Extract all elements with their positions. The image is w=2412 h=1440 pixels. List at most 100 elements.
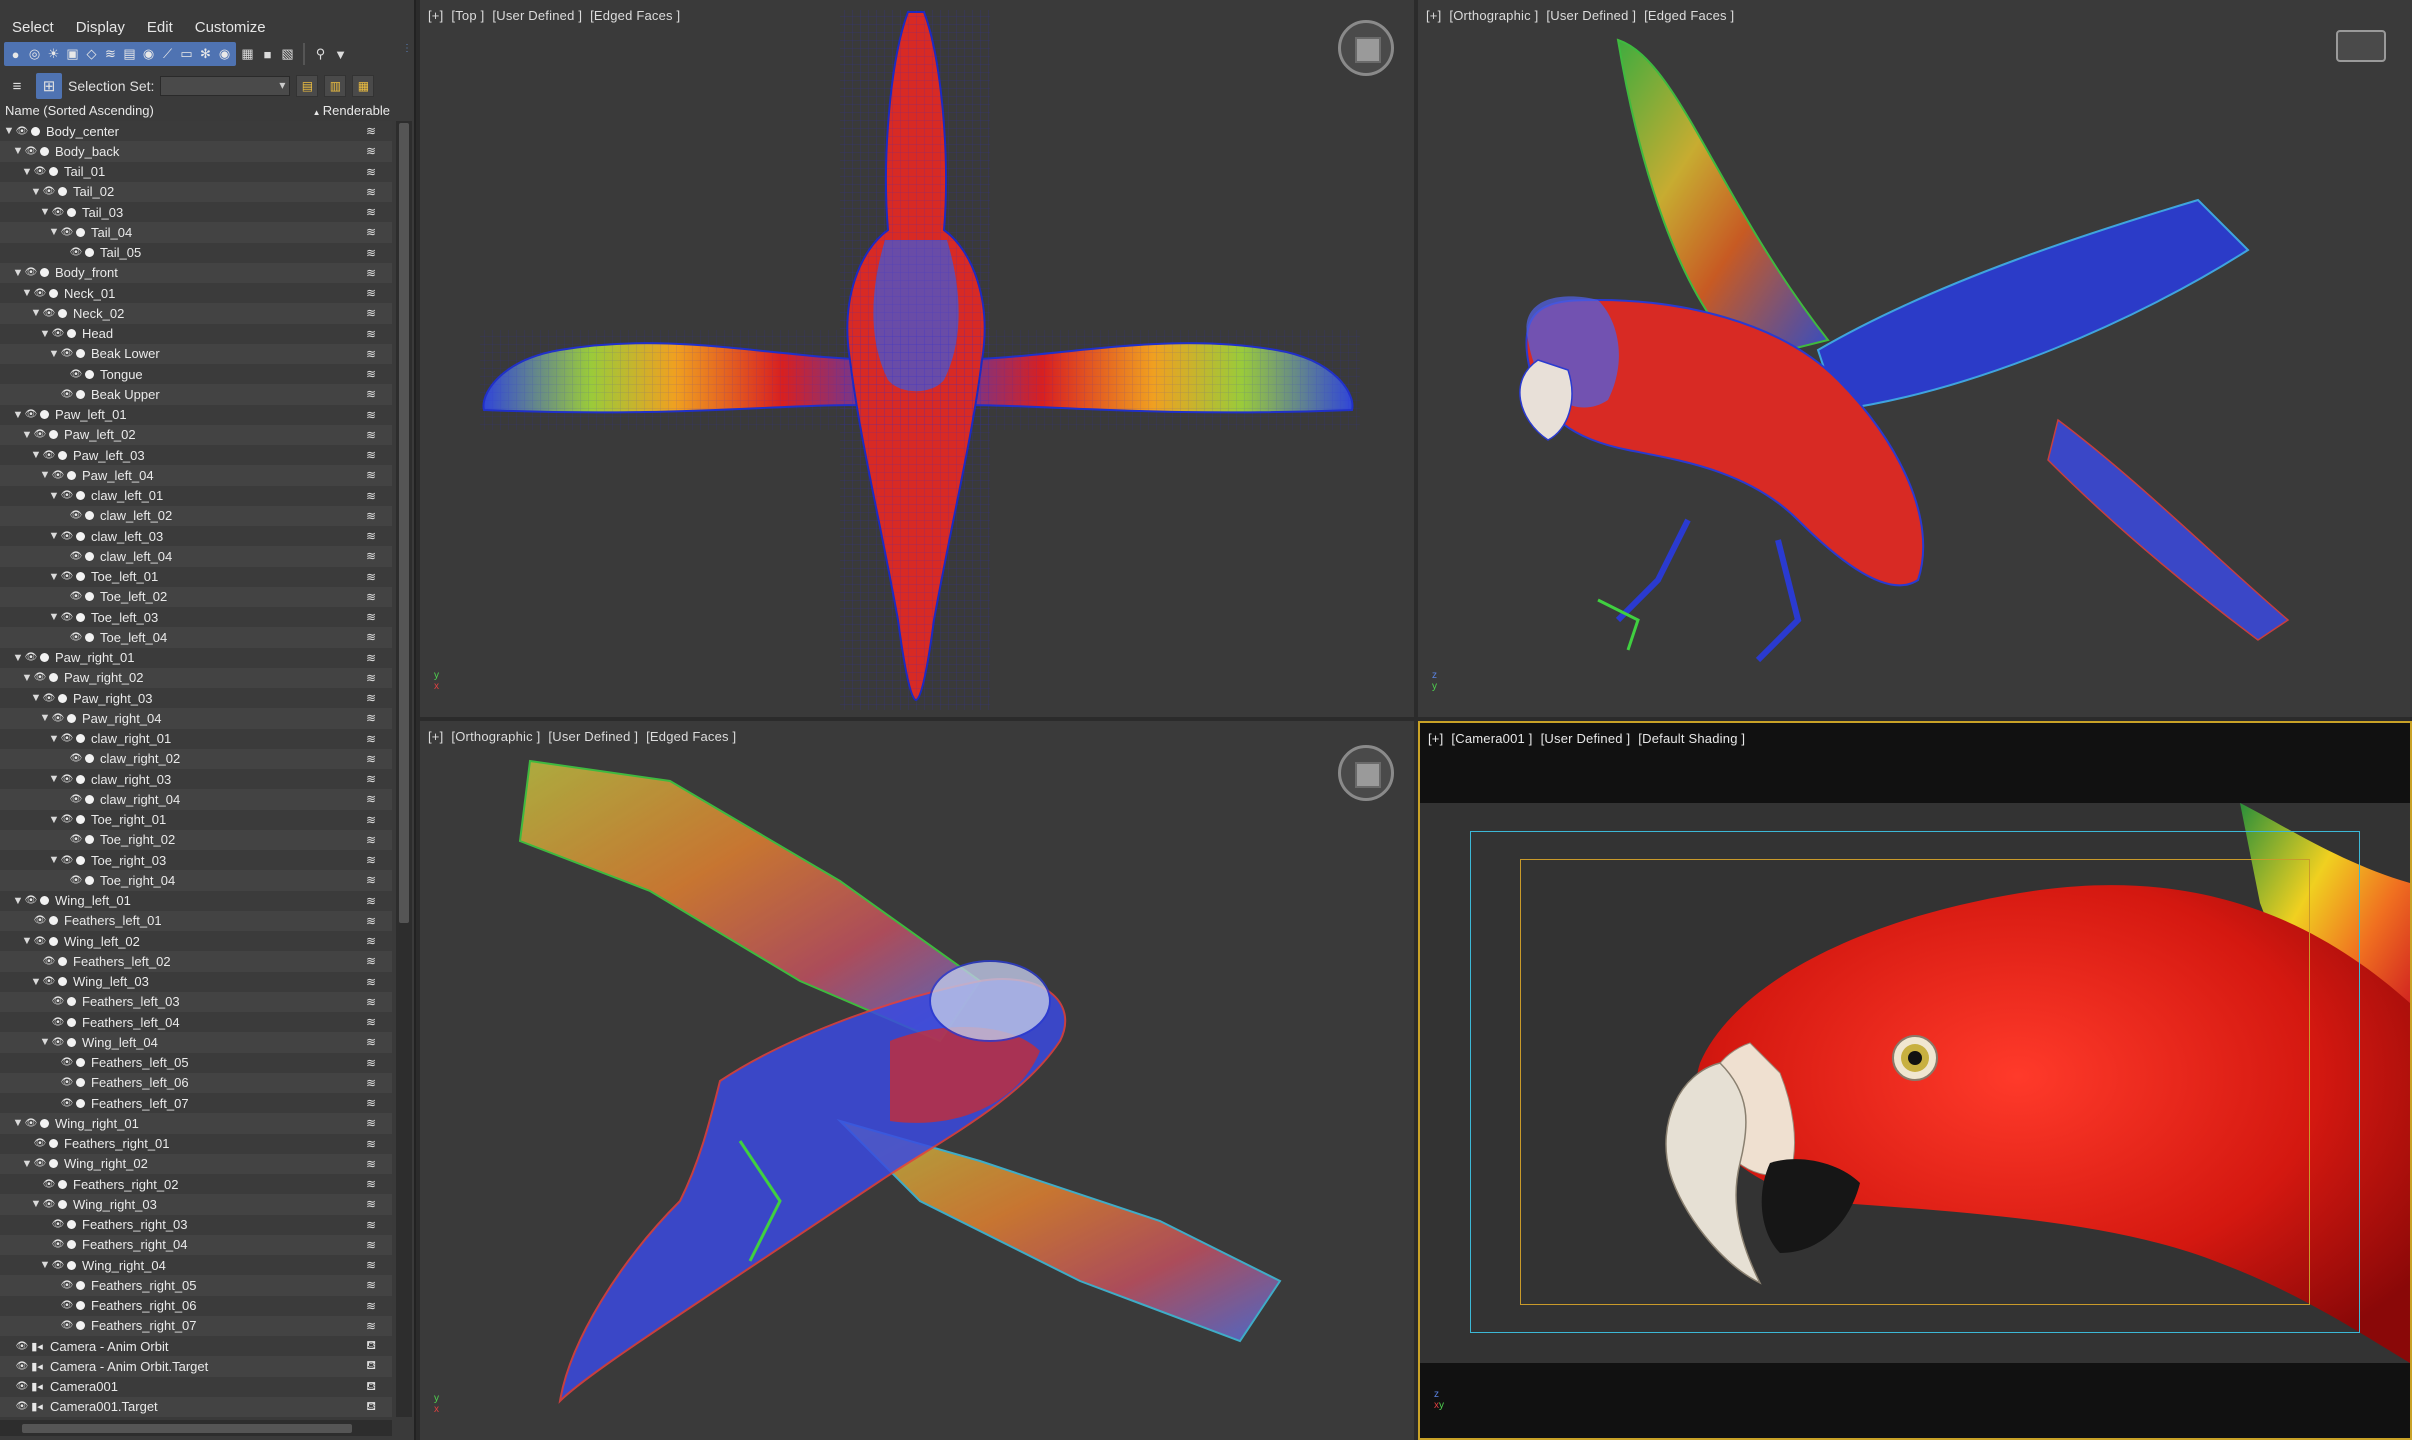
visibility-eye-icon[interactable]: 👁 <box>60 1320 74 1331</box>
renderable-toggle-icon[interactable]: ≋ <box>366 1035 376 1049</box>
renderable-toggle-icon[interactable]: ≋ <box>366 327 376 341</box>
expand-arrow-icon[interactable]: ▼ <box>21 1158 33 1170</box>
menu-customize[interactable]: Customize <box>195 19 266 36</box>
expand-arrow-icon[interactable]: ▼ <box>48 733 60 745</box>
display-filter-icon[interactable]: ⚲ <box>312 44 329 64</box>
renderable-toggle-icon[interactable]: ≋ <box>366 1278 376 1292</box>
expand-arrow-icon[interactable]: ▼ <box>30 307 42 319</box>
visibility-eye-icon[interactable]: 👁 <box>60 612 74 623</box>
tree-row[interactable]: 👁 ▮◂ Camera - Anim Orbit.Target ⛾ <box>0 1356 392 1377</box>
expand-arrow-icon[interactable]: ▼ <box>48 854 60 866</box>
visibility-eye-icon[interactable]: 👁 <box>33 1138 47 1149</box>
renderable-toggle-icon[interactable]: ≋ <box>366 1056 376 1070</box>
renderable-toggle-icon[interactable]: ≋ <box>366 1076 376 1090</box>
visibility-eye-icon[interactable]: 👁 <box>60 227 74 238</box>
renderable-toggle-icon[interactable]: ≋ <box>366 1238 376 1252</box>
tree-row[interactable]: ▼ 👁 Neck_01 ≋ <box>0 283 392 304</box>
renderable-toggle-icon[interactable]: ≋ <box>366 1015 376 1029</box>
tree-row[interactable]: 👁 Feathers_left_05 ≋ <box>0 1052 392 1073</box>
expand-arrow-icon[interactable]: ▼ <box>21 672 33 684</box>
renderable-toggle-icon[interactable]: ≋ <box>366 610 376 624</box>
helpers-filter-icon[interactable]: ◇ <box>83 44 100 64</box>
visibility-eye-icon[interactable]: 👁 <box>51 996 65 1007</box>
renderable-toggle-icon[interactable]: ≋ <box>366 1258 376 1272</box>
expand-arrow-icon[interactable]: ▼ <box>12 895 24 907</box>
tree-row[interactable]: ▼ 👁 Wing_left_03 ≋ <box>0 971 392 992</box>
renderable-toggle-icon[interactable]: ≋ <box>366 630 376 644</box>
tree-row[interactable]: ▼ 👁 Wing_left_04 ≋ <box>0 1032 392 1053</box>
visibility-eye-icon[interactable]: 👁 <box>60 1057 74 1068</box>
expand-arrow-icon[interactable]: ▼ <box>39 712 51 724</box>
visibility-eye-icon[interactable]: 👁 <box>15 1381 29 1392</box>
renderable-toggle-icon[interactable]: ≋ <box>366 185 376 199</box>
expand-arrow-icon[interactable]: ▼ <box>30 186 42 198</box>
tree-row[interactable]: 👁 Feathers_left_06 ≋ <box>0 1072 392 1093</box>
visibility-eye-icon[interactable]: 👁 <box>51 328 65 339</box>
expand-arrow-icon[interactable]: ▼ <box>12 267 24 279</box>
visibility-eye-icon[interactable]: 👁 <box>42 308 56 319</box>
visibility-eye-icon[interactable]: 👁 <box>69 875 83 886</box>
tree-row[interactable]: ▼ 👁 Paw_right_04 ≋ <box>0 708 392 729</box>
renderable-toggle-icon[interactable]: ≋ <box>366 529 376 543</box>
spacewarps-filter-icon[interactable]: ≋ <box>102 44 119 64</box>
expand-arrow-icon[interactable]: ▼ <box>12 145 24 157</box>
viewport-camera001[interactable]: [+] [Camera001 ] [User Defined ] [Default S… <box>1418 721 2412 1440</box>
tree-row[interactable]: ▼ 👁 Wing_left_01 ≋ <box>0 890 392 911</box>
renderable-toggle-icon[interactable]: ≋ <box>366 387 376 401</box>
expand-arrow-icon[interactable]: ▼ <box>21 166 33 178</box>
visibility-eye-icon[interactable]: 👁 <box>33 915 47 926</box>
scrollbar-thumb[interactable] <box>22 1424 352 1433</box>
renderable-toggle-icon[interactable]: ≋ <box>366 489 376 503</box>
visibility-eye-icon[interactable]: 👁 <box>42 450 56 461</box>
geometry-filter-icon[interactable]: ● <box>7 44 24 64</box>
tree-vertical-scrollbar[interactable] <box>396 121 412 1417</box>
renderable-toggle-icon[interactable]: ≋ <box>366 1116 376 1130</box>
cameras-filter-icon[interactable]: ▣ <box>64 44 81 64</box>
visibility-eye-icon[interactable]: 👁 <box>42 956 56 967</box>
visibility-eye-icon[interactable]: 👁 <box>42 693 56 704</box>
tree-row[interactable]: ▼ 👁 Wing_right_04 ≋ <box>0 1255 392 1276</box>
tree-row[interactable]: 👁 Feathers_right_03 ≋ <box>0 1214 392 1235</box>
column-renderable-header[interactable]: Renderable <box>313 103 390 118</box>
tree-row[interactable]: ▼ 👁 claw_right_01 ≋ <box>0 728 392 749</box>
tree-row[interactable]: 👁 claw_left_04 ≋ <box>0 546 392 567</box>
renderable-toggle-icon[interactable]: ≋ <box>366 367 376 381</box>
visibility-eye-icon[interactable]: 👁 <box>42 976 56 987</box>
expand-arrow-icon[interactable]: ▼ <box>12 409 24 421</box>
visibility-eye-icon[interactable]: 👁 <box>60 348 74 359</box>
renderable-teapot-icon[interactable]: ⛾ <box>366 1399 376 1415</box>
viewport-label[interactable]: [+] [Orthographic ] [User Defined ] [Edged … <box>428 729 744 744</box>
tree-row[interactable]: 👁 Toe_right_02 ≋ <box>0 829 392 850</box>
renderable-toggle-icon[interactable]: ≋ <box>366 225 376 239</box>
visibility-eye-icon[interactable]: 👁 <box>69 753 83 764</box>
tree-row[interactable]: 👁 Tail_05 ≋ <box>0 242 392 263</box>
renderable-toggle-icon[interactable]: ≋ <box>366 266 376 280</box>
tree-row[interactable]: 👁 Feathers_left_04 ≋ <box>0 1012 392 1033</box>
renderable-toggle-icon[interactable]: ≋ <box>366 144 376 158</box>
expand-arrow-icon[interactable]: ▼ <box>3 125 15 137</box>
menu-edit[interactable]: Edit <box>147 19 173 36</box>
tree-row[interactable]: 👁 Feathers_right_04 ≋ <box>0 1234 392 1255</box>
tree-row[interactable]: ▼ 👁 Toe_left_03 ≋ <box>0 607 392 628</box>
renderable-toggle-icon[interactable]: ≋ <box>366 570 376 584</box>
tree-row[interactable]: ▼ 👁 Paw_right_03 ≋ <box>0 688 392 709</box>
renderable-toggle-icon[interactable]: ≋ <box>366 671 376 685</box>
renderable-toggle-icon[interactable]: ≋ <box>366 752 376 766</box>
tree-row[interactable]: 👁 ▮◂ Camera - Anim Orbit ⛾ <box>0 1336 392 1357</box>
renderable-toggle-icon[interactable]: ≋ <box>366 1157 376 1171</box>
visibility-eye-icon[interactable]: 👁 <box>69 632 83 643</box>
tree-row[interactable]: ▼ 👁 Tail_01 ≋ <box>0 161 392 182</box>
tree-row[interactable]: 👁 Feathers_right_02 ≋ <box>0 1174 392 1195</box>
renderable-toggle-icon[interactable]: ≋ <box>366 205 376 219</box>
tree-row[interactable]: ▼ 👁 Wing_right_03 ≋ <box>0 1194 392 1215</box>
visibility-eye-icon[interactable]: 👁 <box>51 1219 65 1230</box>
renderable-toggle-icon[interactable]: ≋ <box>366 914 376 928</box>
tree-row[interactable]: ▼ 👁 Neck_02 ≋ <box>0 303 392 324</box>
renderable-toggle-icon[interactable]: ≋ <box>366 1299 376 1313</box>
expand-arrow-icon[interactable]: ▼ <box>39 328 51 340</box>
tree-row[interactable]: 👁 claw_right_04 ≋ <box>0 789 392 810</box>
expand-arrow-icon[interactable]: ▼ <box>30 976 42 988</box>
visibility-eye-icon[interactable]: 👁 <box>33 288 47 299</box>
viewport-orthographic-bottom-left[interactable]: [+] [Orthographic ] [User Defined ] [Edged … <box>420 721 1414 1440</box>
expand-arrow-icon[interactable]: ▼ <box>48 571 60 583</box>
